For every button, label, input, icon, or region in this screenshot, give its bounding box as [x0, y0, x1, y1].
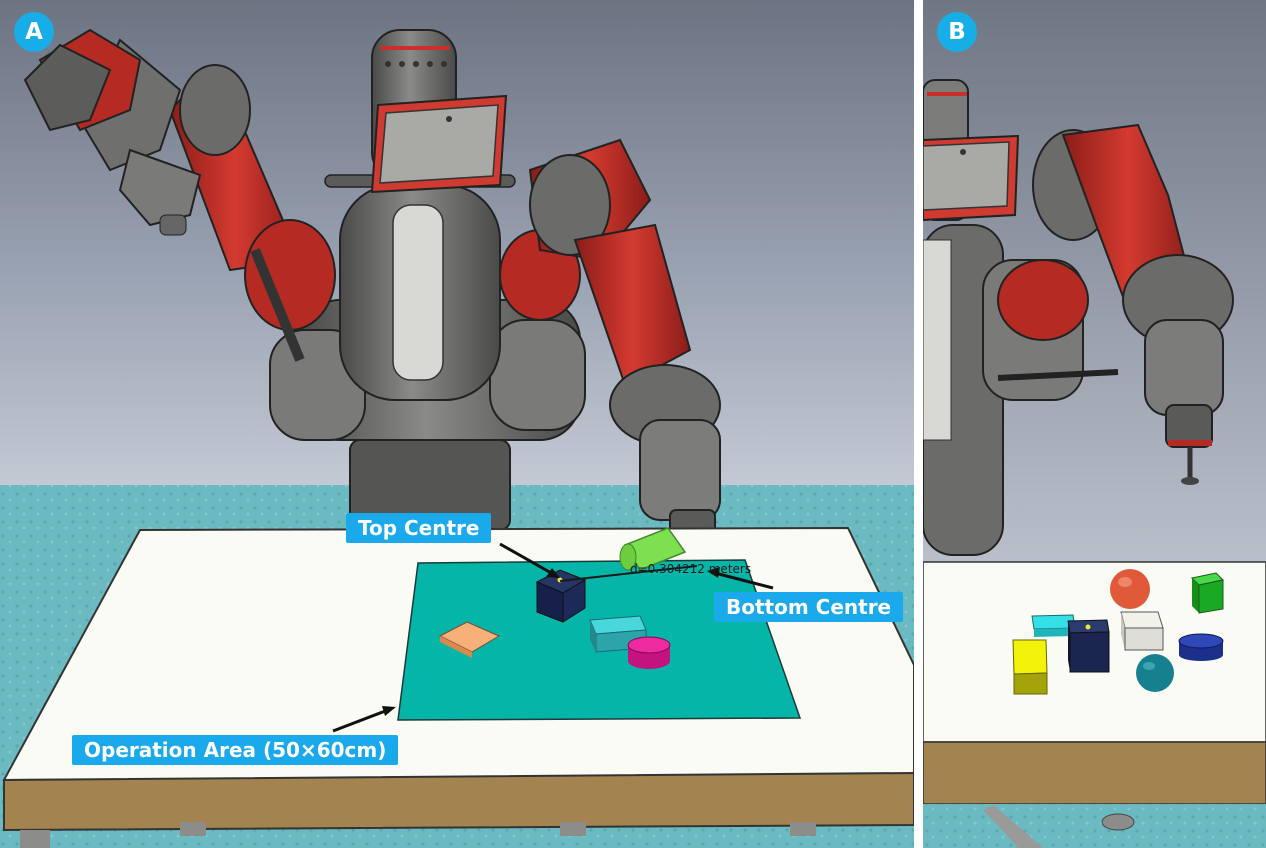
navy-cube [1067, 619, 1110, 673]
table-edge [923, 741, 1266, 805]
panel-a-scene: A Top Centre Bottom Centre Operation Are… [0, 0, 914, 848]
panel-b-scene: B [923, 0, 1266, 848]
distance-readout: d=0.304212 meters [630, 562, 752, 576]
panel-label-b: B [937, 12, 977, 52]
panel-divider [914, 0, 923, 848]
green-cube [1190, 572, 1225, 614]
teal-sphere [1136, 654, 1174, 692]
callout-bottom-centre: Bottom Centre [714, 592, 904, 622]
orange-sphere [1110, 569, 1150, 609]
yellow-box [1012, 639, 1048, 695]
panel-a-render [0, 0, 914, 848]
panel-b-render [923, 0, 1266, 848]
callout-operation-area: Operation Area (50×60cm) [72, 735, 399, 765]
blue-cylinder [1178, 633, 1224, 661]
callout-top-centre: Top Centre [346, 513, 492, 543]
magenta-cylinder [627, 636, 671, 669]
robot-head-screen [370, 94, 508, 194]
white-box [1120, 611, 1164, 651]
floor [923, 804, 1266, 848]
table-knob [1101, 813, 1135, 831]
panel-label-a: A [14, 12, 54, 52]
